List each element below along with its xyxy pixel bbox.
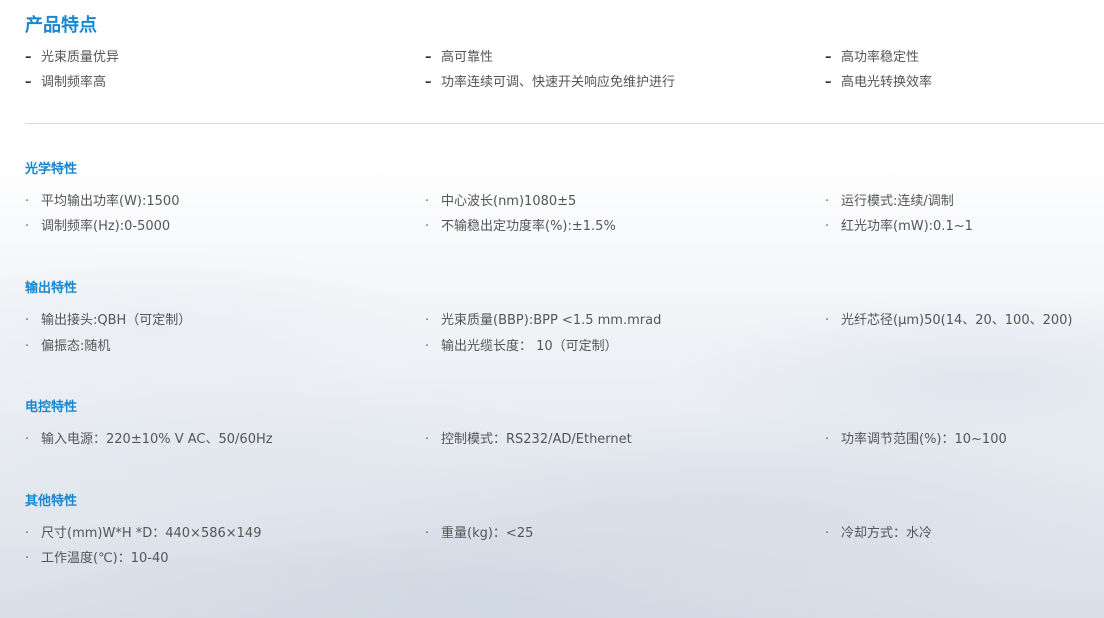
feature-row: – 调制频率高 – 功率连续可调、快速开关响应免维护进行 – 高电光转换效率	[25, 73, 1104, 93]
bullet-marker: ·	[825, 194, 830, 209]
feature-item: – 高功率稳定性	[825, 48, 919, 68]
dash-marker: –	[25, 50, 32, 65]
bullet-marker: ·	[825, 526, 830, 541]
spec-item: · 功率调节范围(%)：10~100	[825, 430, 1007, 450]
dash-marker: –	[25, 75, 32, 90]
bullet-marker: ·	[25, 219, 30, 234]
dash-marker: –	[425, 50, 432, 65]
feature-row: – 光束质量优异 – 高可靠性 – 高功率稳定性	[25, 48, 1104, 68]
bullet-marker: ·	[25, 432, 30, 447]
spec-item: · 输出光缆长度： 10（可定制）	[425, 337, 618, 357]
spec-item: · 偏振态:随机	[25, 337, 110, 357]
spec-item: · 不输稳出定功度率(%):±1.5%	[425, 217, 616, 237]
spec-item: · 光束质量(BBP):BPP <1.5 mm.mrad	[425, 311, 661, 331]
bullet-marker: ·	[425, 432, 430, 447]
bullet-marker: ·	[25, 339, 30, 354]
feature-item: – 功率连续可调、快速开关响应免维护进行	[425, 73, 675, 93]
spec-item: · 红光功率(mW):0.1~1	[825, 217, 973, 237]
product-spec-panel: 产品特点 – 光束质量优异 – 高可靠性 – 高功率稳定性 – 调制频率高 – 功率连续可…	[0, 0, 1104, 618]
spec-item: · 运行模式:连续/调制	[825, 192, 954, 212]
product-features-title: 产品特点	[25, 15, 97, 36]
spec-row: · 输出接头:QBH（可定制） · 光束质量(BBP):BPP <1.5 mm.mr…	[25, 311, 1104, 331]
bullet-marker: ·	[25, 313, 30, 328]
section-divider	[25, 123, 1104, 124]
feature-item: – 调制频率高	[25, 73, 106, 93]
spec-row: · 尺寸(mm)W*H *D：440×586×149 · 重量(kg)：<25 · 冷…	[25, 524, 1104, 544]
spec-item: · 调制频率(Hz):0-5000	[25, 217, 170, 237]
feature-item: – 高可靠性	[425, 48, 493, 68]
section-title-output: 输出特性	[25, 281, 78, 296]
bullet-marker: ·	[425, 313, 430, 328]
feature-item: – 高电光转换效率	[825, 73, 932, 93]
bullet-marker: ·	[425, 194, 430, 209]
dash-marker: –	[825, 50, 832, 65]
section-title-electrical: 电控特性	[25, 400, 78, 415]
bullet-marker: ·	[25, 551, 30, 566]
spec-row: · 工作温度(℃)：10-40	[25, 549, 1104, 569]
spec-row: · 调制频率(Hz):0-5000 · 不输稳出定功度率(%):±1.5% · 红光功…	[25, 217, 1104, 237]
bullet-marker: ·	[425, 526, 430, 541]
spec-item: · 输入电源：220±10% V AC、50/60Hz	[25, 430, 273, 450]
spec-item: · 尺寸(mm)W*H *D：440×586×149	[25, 524, 261, 544]
spec-item: · 控制模式：RS232/AD/Ethernet	[425, 430, 632, 450]
dash-marker: –	[425, 75, 432, 90]
bullet-marker: ·	[25, 194, 30, 209]
spec-item: · 输出接头:QBH（可定制）	[25, 311, 191, 331]
spec-row: · 平均输出功率(W):1500 · 中心波长(nm)1080±5 · 运行模式:连续…	[25, 192, 1104, 212]
section-title-other: 其他特性	[25, 494, 78, 509]
spec-item: · 中心波长(nm)1080±5	[425, 192, 576, 212]
spec-item: · 平均输出功率(W):1500	[25, 192, 179, 212]
spec-item: · 工作温度(℃)：10-40	[25, 549, 169, 569]
bullet-marker: ·	[825, 313, 830, 328]
spec-item: · 重量(kg)：<25	[425, 524, 533, 544]
spec-item: · 光纤芯径(μm)50(14、20、100、200)	[825, 311, 1072, 331]
bullet-marker: ·	[425, 339, 430, 354]
section-title-optical: 光学特性	[25, 162, 78, 177]
dash-marker: –	[825, 75, 832, 90]
spec-item: · 冷却方式：水冷	[825, 524, 932, 544]
bullet-marker: ·	[825, 432, 830, 447]
bullet-marker: ·	[25, 526, 30, 541]
bullet-marker: ·	[425, 219, 430, 234]
bullet-marker: ·	[825, 219, 830, 234]
spec-row: · 输入电源：220±10% V AC、50/60Hz · 控制模式：RS232/A…	[25, 430, 1104, 450]
feature-item: – 光束质量优异	[25, 48, 119, 68]
spec-row: · 偏振态:随机 · 输出光缆长度： 10（可定制）	[25, 337, 1104, 357]
